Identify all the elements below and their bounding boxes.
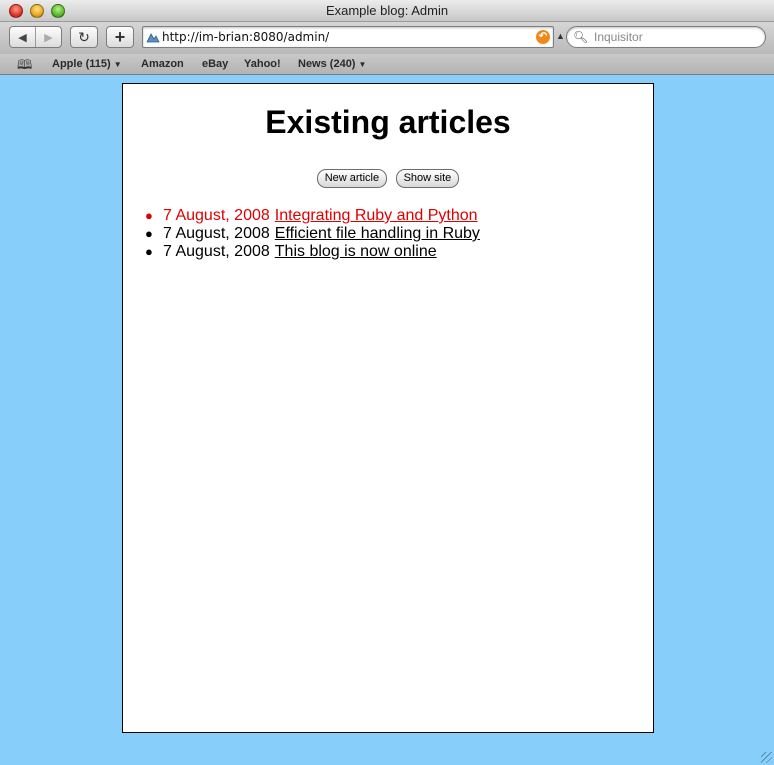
browser-toolbar: ◀ ▶ ↻ + http://im-brian:8080/admin/ ↶ ▲ …: [0, 22, 774, 54]
article-item: ● 7 August, 2008 Integrating Ruby and Pyth…: [145, 207, 480, 225]
page-title: Existing articles: [265, 104, 511, 140]
bookmark-label: News (240): [298, 58, 356, 70]
snapback-icon[interactable]: ↶: [536, 30, 550, 44]
window-resize-grip[interactable]: [761, 752, 772, 763]
new-article-button[interactable]: New article: [316, 169, 388, 188]
bookmark-amazon[interactable]: Amazon: [141, 58, 184, 70]
search-field[interactable]: 🔍︎ Inquisitor: [566, 26, 766, 48]
forward-button[interactable]: ▶: [35, 27, 61, 47]
article-item: ● 7 August, 2008 This blog is now online: [145, 243, 480, 261]
article-date: 7 August, 2008: [163, 243, 270, 260]
bullet-icon: ●: [145, 208, 153, 223]
article-link[interactable]: Efficient file handling in Ruby: [275, 225, 480, 242]
show-site-button[interactable]: Show site: [395, 169, 460, 188]
back-forward-group: ◀ ▶: [9, 26, 62, 48]
address-bar[interactable]: http://im-brian:8080/admin/ ↶: [142, 26, 554, 48]
article-date: 7 August, 2008: [163, 207, 270, 224]
bookmarks-book-icon[interactable]: 🕮: [17, 56, 32, 78]
search-icon: 🔍︎: [573, 30, 589, 44]
action-buttons: New article Show site: [123, 168, 653, 188]
back-button[interactable]: ◀: [10, 27, 35, 47]
bullet-icon: ●: [145, 244, 153, 259]
window-title: Example blog: Admin: [325, 3, 449, 18]
menu-arrow-icon: ▼: [358, 60, 367, 69]
page-content: Existing articles New article Show site …: [122, 83, 654, 733]
bullet-icon: ●: [145, 226, 153, 241]
reload-icon: ↻: [78, 28, 90, 45]
address-url: http://im-brian:8080/admin/: [162, 30, 330, 44]
window-titlebar: Example blog: Admin: [0, 0, 774, 22]
article-link[interactable]: This blog is now online: [275, 243, 437, 260]
bookmark-yahoo[interactable]: Yahoo!: [244, 58, 281, 70]
add-bookmark-button[interactable]: +: [106, 26, 134, 48]
plus-icon: +: [114, 26, 126, 47]
bookmarks-bar: 🕮 Apple (115) ▼ Amazon eBay Yahoo! News (…: [0, 54, 774, 75]
article-item: ● 7 August, 2008 Efficient file handling i…: [145, 225, 480, 243]
search-placeholder: Inquisitor: [594, 30, 643, 44]
article-date: 7 August, 2008: [163, 225, 270, 242]
bookmark-apple[interactable]: Apple (115) ▼: [52, 58, 122, 70]
bookmark-ebay[interactable]: eBay: [202, 58, 228, 70]
bookmark-label: Apple (115): [52, 58, 111, 70]
reload-button[interactable]: ↻: [70, 26, 98, 48]
article-list: ● 7 August, 2008 Integrating Ruby and Pyth…: [145, 207, 480, 261]
article-link[interactable]: Integrating Ruby and Python: [275, 207, 478, 224]
site-favicon-icon: [146, 33, 160, 43]
menu-arrow-icon: ▼: [113, 60, 122, 69]
bookmark-news[interactable]: News (240) ▼: [298, 58, 366, 70]
address-menu-chevron-icon[interactable]: ▲: [556, 31, 565, 41]
